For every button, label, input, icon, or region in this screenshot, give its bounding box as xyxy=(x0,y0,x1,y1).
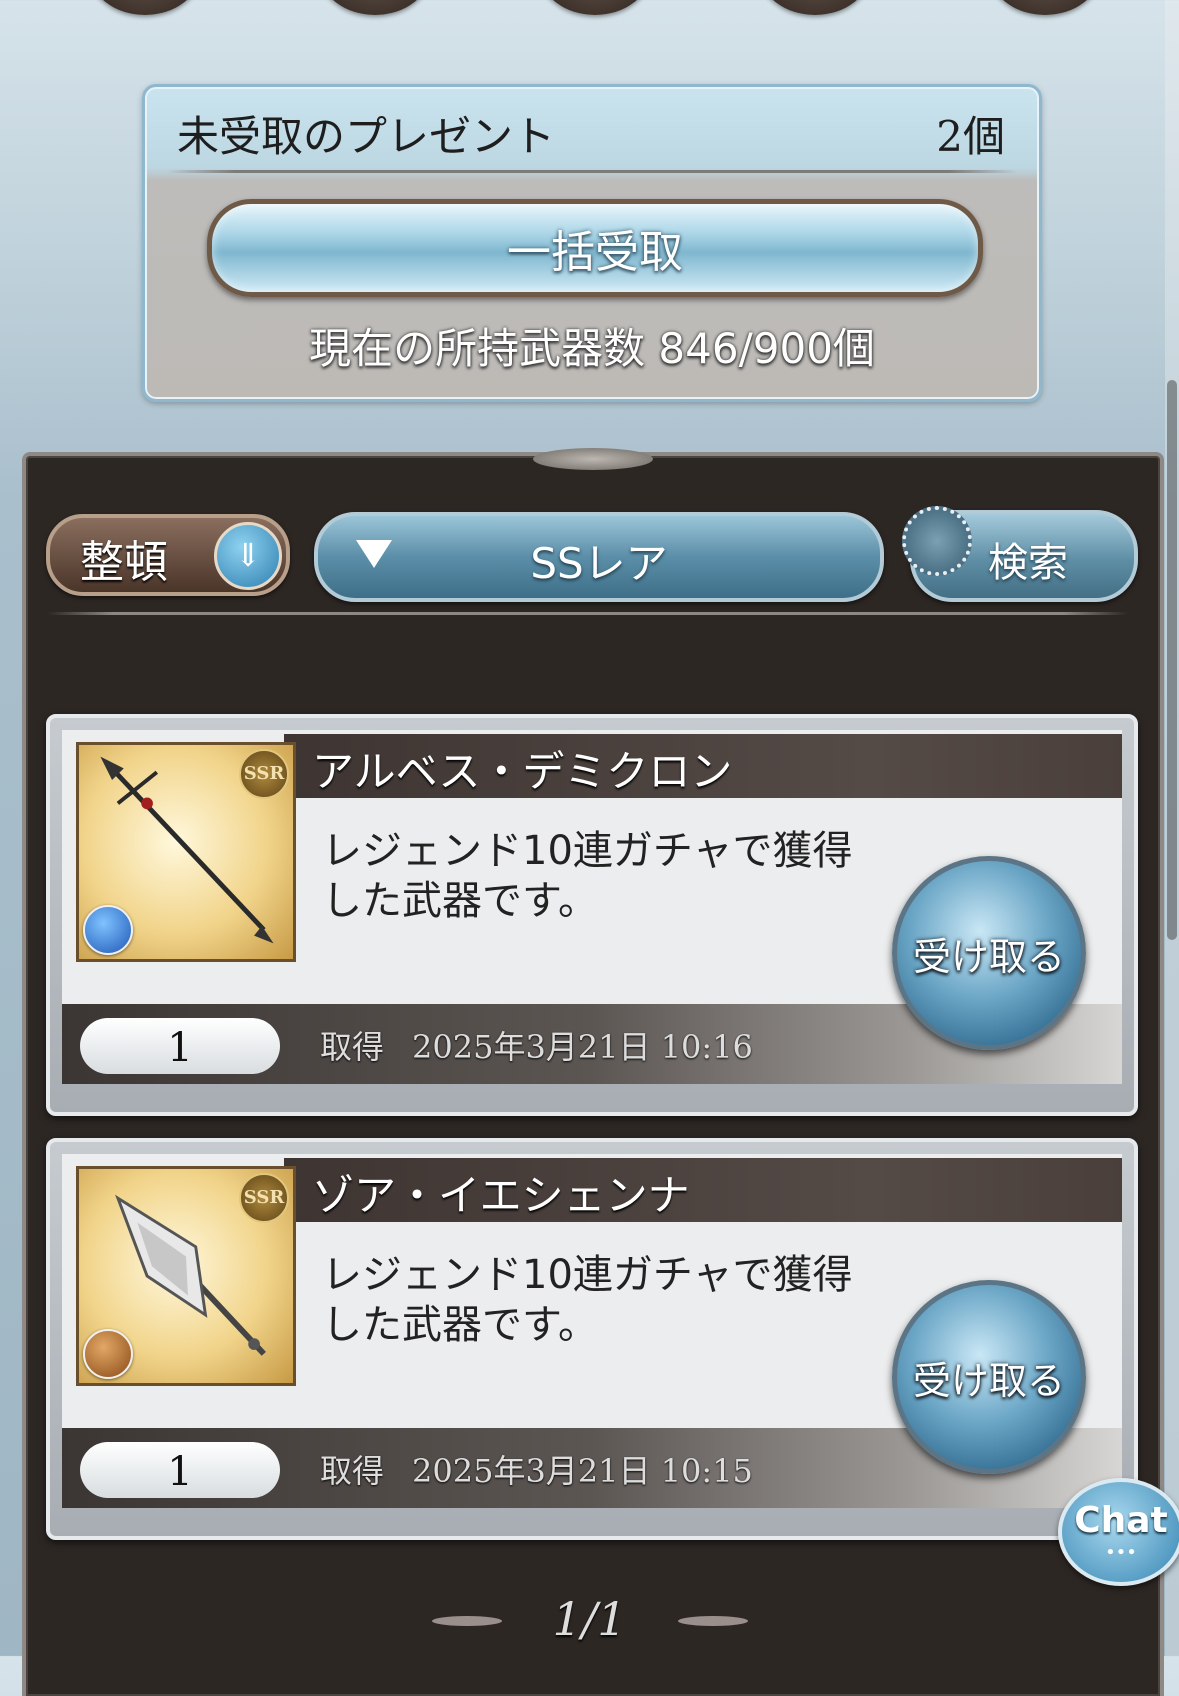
quantity-value: 1 xyxy=(167,1449,193,1495)
receive-button[interactable]: 受け取る xyxy=(892,1280,1086,1474)
sort-label: 整頓 xyxy=(80,537,168,588)
rarity-filter-dropdown[interactable]: SSレア xyxy=(314,512,884,602)
weapon-count-label: 現在の所持武器数 846/900個 xyxy=(309,324,875,373)
top-menu-orb-1[interactable] xyxy=(90,0,200,15)
present-item-card: アルベス・デミクロン レジェンド10連ガチャで獲得した武器です。 SSR 1 取… xyxy=(46,714,1138,1116)
acquired-date: 2025年3月21日 10:15 xyxy=(412,1452,753,1490)
weapon-thumbnail[interactable]: SSR xyxy=(76,742,296,962)
weapon-thumbnail[interactable]: SSR xyxy=(76,1166,296,1386)
item-description: レジェンド10連ガチャで獲得した武器です。 xyxy=(322,828,853,924)
acquired-date: 2025年3月21日 10:16 xyxy=(412,1028,753,1066)
item-name: ゾア・イエシェンナ xyxy=(312,1171,690,1220)
search-button[interactable]: 検索 xyxy=(902,506,1138,602)
top-menu-orb-4[interactable] xyxy=(760,0,870,15)
acquired-label: 取得 xyxy=(320,1028,385,1066)
earth-element-icon xyxy=(83,1329,133,1379)
divider xyxy=(167,170,1017,173)
receive-button[interactable]: 受け取る xyxy=(892,856,1086,1050)
top-menu-orb-2[interactable] xyxy=(320,0,430,15)
chat-label: Chat xyxy=(1074,1500,1168,1541)
chevron-down-icon: ⇓ xyxy=(214,522,282,590)
panel-ornament xyxy=(533,448,653,470)
water-element-icon xyxy=(83,905,133,955)
unreceived-present-label: 未受取のプレゼント xyxy=(177,112,556,161)
chat-button[interactable]: Chat ••• xyxy=(1058,1478,1179,1586)
filter-label: SSレア xyxy=(530,539,668,588)
receive-label: 受け取る xyxy=(912,934,1065,979)
present-item-card: ゾア・イエシェンナ レジェンド10連ガチャで獲得した武器です。 SSR 1 取得… xyxy=(46,1138,1138,1540)
next-page-arrow[interactable] xyxy=(678,1616,748,1626)
acquired-label: 取得 xyxy=(320,1452,385,1490)
chat-dots-icon: ••• xyxy=(1105,1542,1137,1563)
item-description: レジェンド10連ガチャで獲得した武器です。 xyxy=(322,1252,853,1348)
receive-label: 受け取る xyxy=(912,1358,1065,1403)
top-menu-orb-3[interactable] xyxy=(540,0,650,15)
scrollbar-thumb[interactable] xyxy=(1167,380,1177,940)
divider xyxy=(48,612,1128,615)
quantity-box: 1 xyxy=(80,1018,280,1074)
gear-icon xyxy=(902,506,972,576)
unreceived-present-count: 2個 xyxy=(936,112,1005,161)
rarity-badge: SSR xyxy=(239,1173,289,1223)
quantity-value: 1 xyxy=(167,1025,193,1071)
quantity-box: 1 xyxy=(80,1442,280,1498)
sort-button[interactable]: 整頓 ⇓ xyxy=(46,514,290,596)
bulk-receive-button[interactable]: 一括受取 xyxy=(207,199,983,297)
item-name: アルベス・デミクロン xyxy=(312,747,733,796)
item-body: アルベス・デミクロン レジェンド10連ガチャで獲得した武器です。 SSR 1 取… xyxy=(62,730,1122,1084)
pagination-label: 1/1 xyxy=(552,1592,627,1646)
item-body: ゾア・イエシェンナ レジェンド10連ガチャで獲得した武器です。 SSR 1 取得… xyxy=(62,1154,1122,1508)
present-summary-panel: 未受取のプレゼント 2個 一括受取 現在の所持武器数 846/900個 xyxy=(142,84,1042,402)
rarity-badge: SSR xyxy=(239,749,289,799)
bulk-receive-label: 一括受取 xyxy=(507,227,683,278)
top-menu-orb-5[interactable] xyxy=(990,0,1100,15)
search-label: 検索 xyxy=(988,540,1068,586)
